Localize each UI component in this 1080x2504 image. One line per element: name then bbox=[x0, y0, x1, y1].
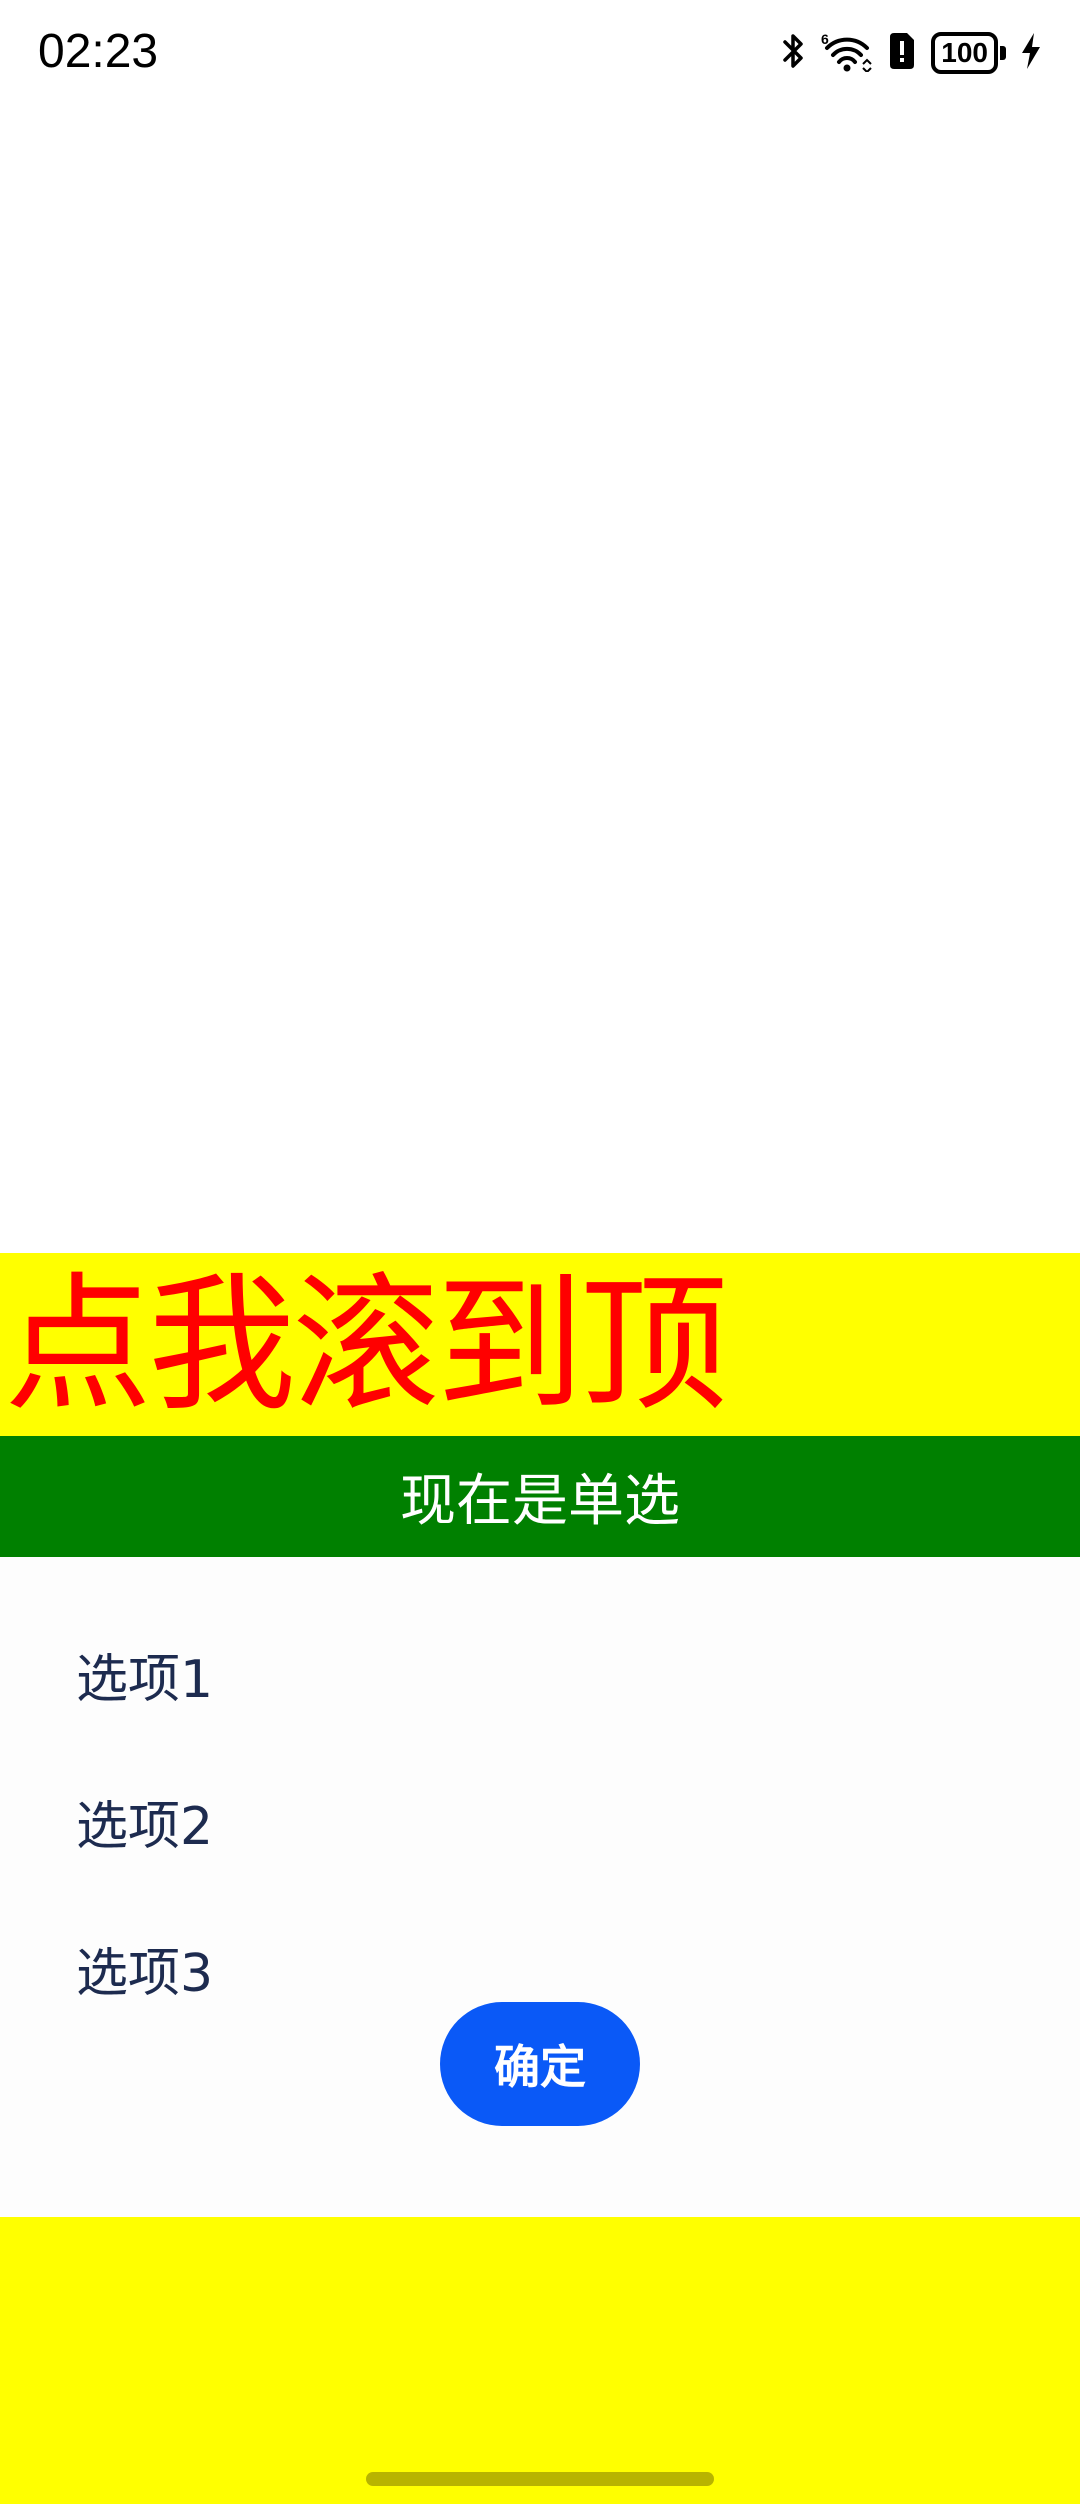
status-bar: 02:23 6 100 bbox=[0, 0, 1080, 112]
home-indicator[interactable] bbox=[366, 2472, 714, 2486]
battery-icon: 100 bbox=[931, 32, 1006, 74]
selection-mode-bar[interactable]: 现在是单选 bbox=[0, 1436, 1080, 1557]
options-panel: 选项1 选项2 选项3 确定 bbox=[0, 1557, 1080, 2217]
selection-mode-label: 现在是单选 bbox=[400, 1469, 680, 1534]
battery-nub bbox=[1000, 46, 1006, 60]
option-item-3[interactable]: 选项3 bbox=[76, 1931, 213, 2006]
option-item-2[interactable]: 选项2 bbox=[76, 1784, 213, 1859]
bottom-area bbox=[0, 2217, 1080, 2504]
sim-alert-icon bbox=[887, 31, 917, 75]
bluetooth-icon bbox=[781, 31, 807, 75]
option-item-1[interactable]: 选项1 bbox=[76, 1637, 213, 1712]
scroll-to-top-label: 点我滚到顶 bbox=[4, 1258, 728, 1431]
status-icons: 6 100 bbox=[781, 30, 1042, 76]
battery-level: 100 bbox=[931, 32, 998, 74]
charging-bolt-icon bbox=[1020, 31, 1042, 75]
wifi-6-icon: 6 bbox=[821, 30, 873, 76]
scroll-to-top-button[interactable]: 点我滚到顶 bbox=[0, 1253, 1080, 1436]
confirm-button[interactable]: 确定 bbox=[440, 2002, 640, 2126]
status-time: 02:23 bbox=[38, 25, 159, 78]
